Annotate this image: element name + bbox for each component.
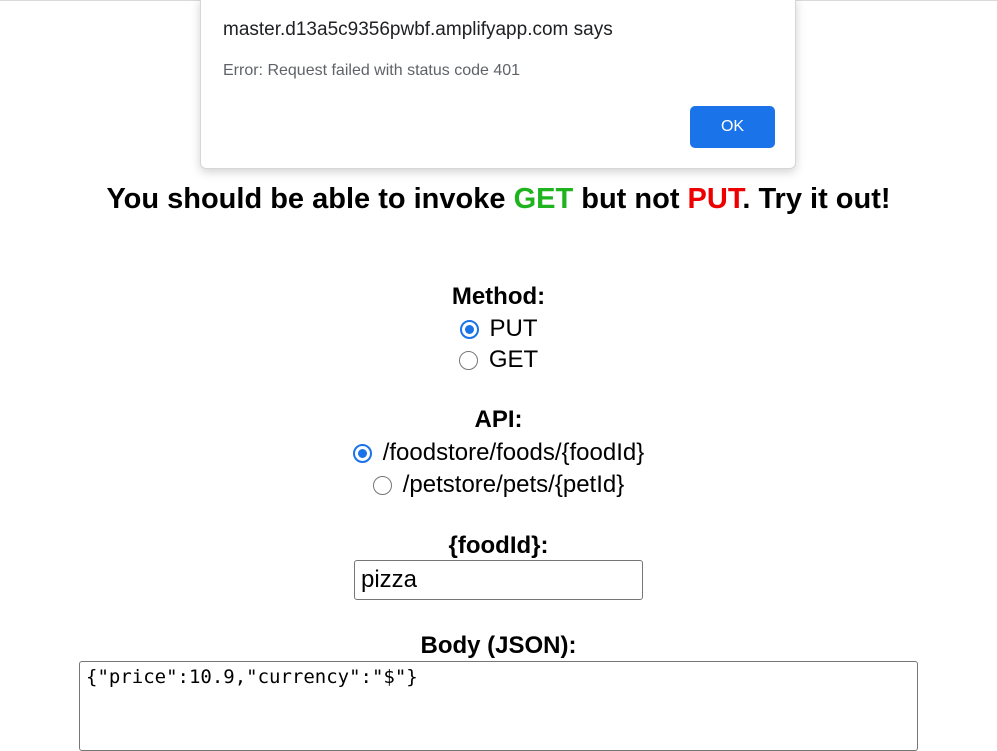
api-foodstore-radio[interactable] <box>352 443 372 463</box>
method-option-put[interactable]: PUT <box>0 313 997 345</box>
food-id-label: {foodId}: <box>448 532 549 559</box>
method-get-radio[interactable] <box>458 350 478 370</box>
headline-put: PUT <box>687 183 743 215</box>
headline-text-1: You should be able to invoke <box>106 183 514 215</box>
page-headline: You should be able to invoke GET but not… <box>0 183 997 216</box>
method-put-label[interactable]: PUT <box>490 315 538 343</box>
api-petstore-label[interactable]: /petstore/pets/{petId} <box>403 471 625 499</box>
headline-text-3: . Try it out! <box>742 183 891 215</box>
method-option-get[interactable]: GET <box>0 344 997 376</box>
headline-get: GET <box>513 183 574 215</box>
ok-button[interactable]: OK <box>690 106 775 148</box>
headline-text-2: but not <box>573 183 688 215</box>
body-json-textarea[interactable]: {"price":10.9,"currency":"$"} <box>79 661 918 751</box>
api-petstore-radio[interactable] <box>372 475 392 495</box>
alert-title: master.d13a5c9356pwbf.amplifyapp.com say… <box>223 19 613 40</box>
method-label: Method: <box>451 283 546 310</box>
api-foodstore-label[interactable]: /foodstore/foods/{foodId} <box>383 439 645 467</box>
food-id-input[interactable] <box>354 560 643 600</box>
body-label: Body (JSON): <box>420 632 577 659</box>
alert-dialog: master.d13a5c9356pwbf.amplifyapp.com say… <box>200 0 796 169</box>
api-label: API: <box>474 406 523 433</box>
method-get-label[interactable]: GET <box>489 346 538 374</box>
api-option-foodstore[interactable]: /foodstore/foods/{foodId} <box>0 437 997 469</box>
alert-message: Error: Request failed with status code 4… <box>223 62 521 79</box>
api-option-petstore[interactable]: /petstore/pets/{petId} <box>0 469 997 501</box>
method-put-radio[interactable] <box>459 319 479 339</box>
